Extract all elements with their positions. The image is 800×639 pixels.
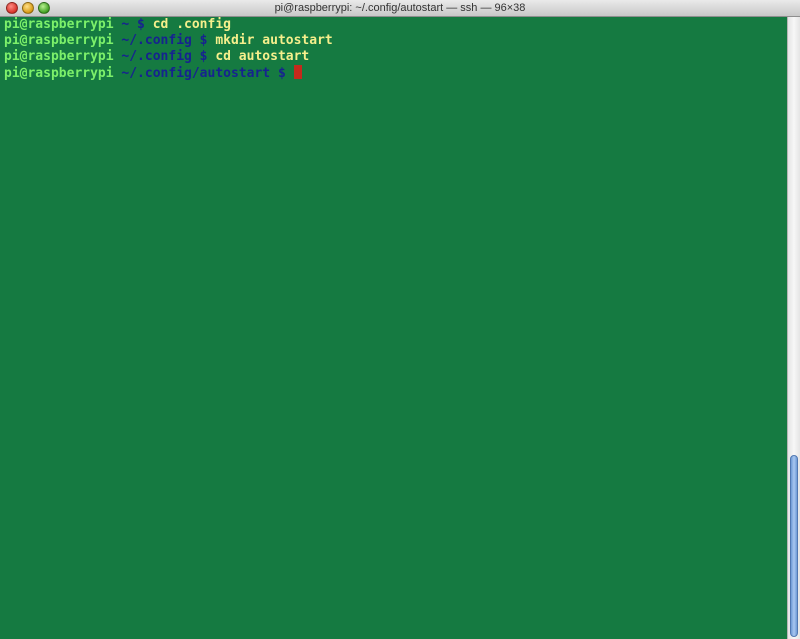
prompt-path: ~ $ [113,17,153,32]
title-bar[interactable]: pi@raspberrypi: ~/.config/autostart — ss… [0,0,800,17]
prompt-path: ~/.config $ [113,49,216,64]
scrollbar-thumb[interactable] [790,455,798,637]
window-title: pi@raspberrypi: ~/.config/autostart — ss… [274,2,526,14]
command-text: cd .config [152,17,231,32]
vertical-scrollbar[interactable] [787,17,800,639]
prompt-user-host: pi@raspberrypi [4,49,114,64]
prompt-path: ~/.config/autostart $ [113,66,294,81]
terminal-window: pi@raspberrypi: ~/.config/autostart — ss… [0,0,800,639]
terminal-line: pi@raspberrypi ~/.config $ mkdir autosta… [4,33,333,49]
terminal-line: pi@raspberrypi ~/.config $ cd autostart [4,49,309,65]
terminal-output[interactable]: pi@raspberrypi ~ $ cd .config pi@raspber… [0,17,787,639]
command-text: cd autostart [215,49,310,64]
prompt-user-host: pi@raspberrypi [4,66,114,81]
text-cursor [293,65,302,79]
prompt-user-host: pi@raspberrypi [4,33,114,48]
prompt-path: ~/.config $ [113,33,216,48]
command-text: mkdir autostart [215,33,333,48]
prompt-user-host: pi@raspberrypi [4,17,114,32]
terminal-line: pi@raspberrypi ~ $ cd .config [4,17,231,33]
terminal-line: pi@raspberrypi ~/.config/autostart $ [4,65,302,81]
